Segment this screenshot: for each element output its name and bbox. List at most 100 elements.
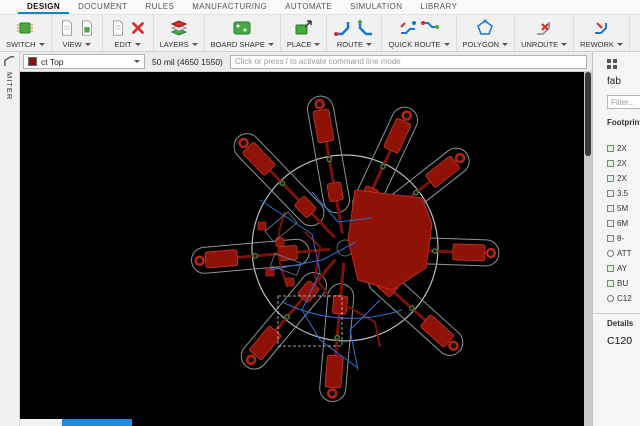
library-name[interactable]: fab (607, 76, 640, 87)
library-panel: fab Footprints 2X 2X 2X 3.5 5M 6M 8- ATT… (592, 52, 640, 426)
filter-input[interactable] (607, 95, 640, 109)
toolbar-group-label: REWORK (580, 40, 614, 49)
horizontal-scrollbar-thumb[interactable] (62, 419, 132, 426)
toolbar-group-label: PLACE (287, 40, 312, 49)
tab-library[interactable]: LIBRARY (411, 0, 466, 14)
footprint-list: 2X 2X 2X 3.5 5M 6M 8- ATT AY BU C12 (607, 141, 640, 306)
footprint-list-item[interactable]: AY (607, 261, 640, 276)
toolbar-group-board-shape[interactable]: BOARD SHAPE (205, 15, 281, 51)
footprint-list-item[interactable]: 2X (607, 171, 640, 186)
rework-icon (592, 18, 612, 38)
route-icon (333, 18, 353, 38)
toolbar-group-route[interactable]: ROUTE (327, 15, 382, 51)
chevron-down-icon (268, 43, 274, 46)
chevron-down-icon (444, 43, 450, 46)
command-line-input[interactable] (230, 55, 587, 69)
toolbar-group-label: POLYGON (463, 40, 500, 49)
tab-manufacturing[interactable]: MANUFACTURING (183, 0, 276, 14)
main-toolbar: SWITCH VIEW EDIT LAYERS (0, 15, 640, 52)
toolbar-group-label: ROUTE (337, 40, 363, 49)
tab-automate[interactable]: AUTOMATE (276, 0, 341, 14)
chevron-down-icon (314, 43, 320, 46)
miter-icon[interactable] (3, 55, 16, 68)
details-section-title: Details (607, 319, 640, 328)
pcb-arm (190, 236, 331, 274)
footprint-icon (607, 235, 614, 242)
toolbar-group-label: EDIT (115, 40, 132, 49)
left-tool-rail: MITER (0, 52, 20, 426)
document-icon (58, 18, 76, 38)
footprint-list-item[interactable]: ATT (607, 246, 640, 261)
toolbar-group-label: BOARD SHAPE (211, 40, 265, 49)
footprint-list-item[interactable]: BU (607, 276, 640, 291)
selected-footprint-name: C120 (607, 335, 640, 347)
toolbar-group-layers[interactable]: LAYERS (154, 15, 205, 51)
footprint-icon (607, 205, 614, 212)
tab-design[interactable]: DESIGN (18, 0, 69, 14)
toolbar-group-edit[interactable]: EDIT (103, 15, 154, 51)
toolbar-group-switch[interactable]: SWITCH (0, 15, 52, 51)
tab-rules[interactable]: RULES (137, 0, 184, 14)
tab-simulation[interactable]: SIMULATION (341, 0, 411, 14)
layers-icon (169, 18, 189, 38)
panel-divider (593, 313, 640, 314)
footprint-list-item[interactable]: C12 (607, 291, 640, 306)
pcb-board-drawing (20, 72, 584, 426)
copper-pour (348, 190, 432, 290)
footprint-list-item[interactable]: 5M (607, 201, 640, 216)
toolbar-group-quick-route[interactable]: QUICK ROUTE (382, 15, 456, 51)
pcb-editor-window: DESIGN DOCUMENT RULES MANUFACTURING AUTO… (0, 0, 640, 426)
footprints-section-title: Footprints (607, 118, 640, 127)
pcb-canvas[interactable] (20, 72, 584, 426)
toolbar-group-place[interactable]: PLACE (281, 15, 328, 51)
ribbon-tabbar: DESIGN DOCUMENT RULES MANUFACTURING AUTO… (0, 0, 640, 15)
footprint-list-item[interactable]: 2X (607, 141, 640, 156)
footprint-icon (607, 265, 614, 272)
toolbar-group-view[interactable]: VIEW (52, 15, 103, 51)
tab-document[interactable]: DOCUMENT (69, 0, 136, 14)
toolbar-group-polygon[interactable]: POLYGON (457, 15, 516, 51)
grid-view-icon[interactable] (607, 59, 617, 69)
quick-route-icon (398, 18, 418, 38)
board-icon (232, 18, 252, 38)
quick-route-alt-icon (420, 18, 440, 38)
red-x-icon (129, 18, 147, 38)
toolbar-group-rework[interactable]: REWORK (574, 15, 630, 51)
toolbar-group-label: SWITCH (6, 40, 36, 49)
toolbar-group-unroute[interactable]: UNROUTE (515, 15, 574, 51)
chevron-down-icon (134, 60, 140, 63)
footprint-list-item[interactable]: 8- (607, 231, 640, 246)
chevron-down-icon (192, 43, 198, 46)
place-icon (294, 18, 314, 38)
footprint-icon (607, 220, 614, 227)
unroute-icon (534, 18, 554, 38)
chevron-down-icon (617, 43, 623, 46)
vertical-scrollbar-thumb[interactable] (585, 72, 591, 156)
footprint-list-item[interactable]: 3.5 (607, 186, 640, 201)
horizontal-scrollbar[interactable] (20, 419, 132, 426)
chip-icon (15, 18, 35, 38)
footprint-list-item[interactable]: 2X (607, 156, 640, 171)
toolbar-group-label: VIEW (63, 40, 82, 49)
chevron-down-icon (39, 43, 45, 46)
vertical-scrollbar[interactable] (584, 72, 592, 426)
variant-circle-icon (607, 250, 614, 257)
chevron-down-icon (502, 43, 508, 46)
footprint-icon (607, 280, 614, 287)
grid-coordinate-readout: 50 mil (4650 1550) (152, 57, 223, 67)
layer-selector-value: ct Top (41, 57, 64, 67)
footprint-icon (607, 145, 614, 152)
toolbar-group-label: QUICK ROUTE (388, 40, 440, 49)
document-icon (109, 18, 127, 38)
route-alt-icon (355, 18, 375, 38)
command-bar: ct Top 50 mil (4650 1550) (20, 52, 592, 72)
toolbar-group-label: UNROUTE (521, 40, 558, 49)
footprint-icon (607, 160, 614, 167)
layer-selector[interactable]: ct Top (23, 54, 145, 69)
variant-circle-icon (607, 295, 614, 302)
footprint-icon (607, 190, 614, 197)
chevron-down-icon (135, 43, 141, 46)
polygon-icon (475, 18, 495, 38)
chevron-down-icon (85, 43, 91, 46)
footprint-list-item[interactable]: 6M (607, 216, 640, 231)
